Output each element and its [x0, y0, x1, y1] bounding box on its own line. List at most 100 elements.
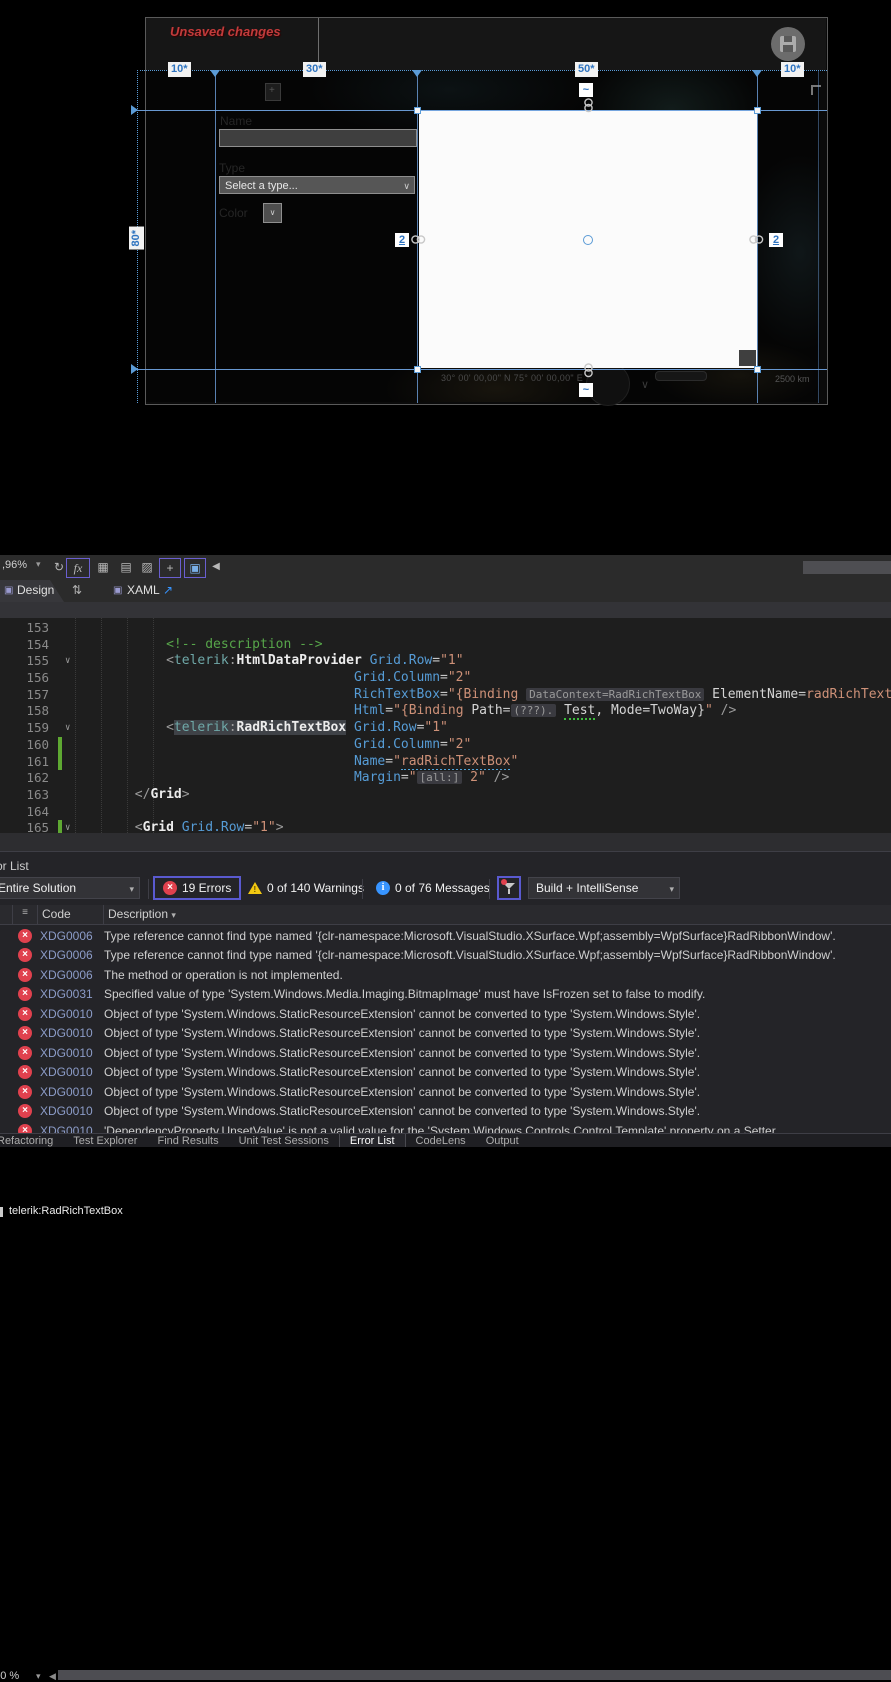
margin-left-badge[interactable]: 2 [395, 233, 409, 247]
severity-column-icon[interactable]: ≡ [13, 905, 38, 924]
error-code[interactable]: XDG0006 [40, 968, 104, 982]
error-row[interactable]: × XDG0010 Object of type 'System.Windows.S… [0, 1024, 891, 1044]
editor-hscrollbar-thumb[interactable] [58, 1670, 891, 1680]
error-code[interactable]: XDG0010 [40, 1085, 104, 1099]
snap-grid-button[interactable]: ▣ [184, 558, 206, 578]
save-button[interactable] [771, 27, 805, 61]
show-grid-icon[interactable]: ▦ [95, 558, 111, 576]
code-line[interactable]: 157 RichTextBox="{Binding DataContext=Ra… [0, 687, 891, 704]
row-size-chip[interactable]: 80* [129, 227, 144, 250]
chevron-down-icon[interactable]: ▾ [36, 559, 41, 570]
error-code[interactable]: XDG0010 [40, 1026, 104, 1040]
margin-bottom-auto-badge[interactable]: ~ [579, 383, 593, 397]
scope-dropdown[interactable]: Entire Solution ▾ [0, 877, 140, 899]
editor-zoom-value[interactable]: 100 % [0, 1670, 19, 1682]
grid-row-line-top[interactable] [133, 110, 827, 111]
error-row[interactable]: × XDG0010 Object of type 'System.Windows.S… [0, 1082, 891, 1102]
resize-grip[interactable] [739, 350, 756, 366]
fold-chevron-icon[interactable]: ∨ [65, 653, 70, 670]
designer-hscrollbar-thumb[interactable] [803, 561, 891, 574]
error-row[interactable]: × XDG0031 Specified value of type 'System.… [0, 985, 891, 1005]
tab-design[interactable]: Design [17, 583, 54, 597]
error-row[interactable]: × XDG0010 Object of type 'System.Windows.S… [0, 1004, 891, 1024]
messages-filter-button[interactable]: i 0 of 76 Messages [368, 876, 498, 900]
column-marker-icon[interactable] [752, 70, 762, 77]
error-row[interactable]: × XDG0006 The method or operation is not i… [0, 965, 891, 985]
grid-row-line-bottom[interactable] [133, 369, 827, 370]
column-header-code[interactable]: Code [38, 905, 104, 924]
code-line[interactable]: 154 <!-- description --> [0, 637, 891, 654]
chain-link-icon[interactable] [583, 97, 594, 117]
fold-chevron-icon[interactable]: ∨ [65, 720, 70, 737]
code-line[interactable]: 164 [0, 804, 891, 821]
code-line[interactable]: 156 Grid.Column="2" [0, 670, 891, 687]
column-marker-icon[interactable] [412, 70, 422, 77]
selection-handle[interactable] [754, 366, 761, 373]
grid-dots-icon[interactable]: ▤ [118, 558, 134, 576]
row-marker-icon[interactable] [131, 105, 138, 115]
error-row[interactable]: × XDG0010 Object of type 'System.Windows.S… [0, 1063, 891, 1083]
error-row[interactable]: × XDG0010 Object of type 'System.Windows.S… [0, 1102, 891, 1122]
error-code[interactable]: XDG0006 [40, 929, 104, 943]
error-code[interactable]: XDG0031 [40, 987, 104, 1001]
bottom-tab-unit-test-sessions[interactable]: Unit Test Sessions [229, 1134, 339, 1147]
element-center-anchor[interactable] [583, 235, 593, 245]
selection-handle[interactable] [414, 366, 421, 373]
chain-link-icon[interactable] [748, 234, 765, 248]
grid-column-line-4[interactable] [818, 70, 819, 403]
code-line[interactable]: 159 ∨ <telerik:RadRichTextBox Grid.Row="1… [0, 720, 891, 737]
swap-panes-button[interactable]: ⇅ [72, 583, 82, 597]
error-row[interactable]: × XDG0006 Type reference cannot find type … [0, 926, 891, 946]
margin-right-badge[interactable]: 2 [769, 233, 783, 247]
error-code[interactable]: XDG0010 [40, 1007, 104, 1021]
selection-handle[interactable] [414, 107, 421, 114]
column-size-chip-2[interactable]: 50* [575, 62, 598, 77]
code-line[interactable]: 163 </Grid> [0, 787, 891, 804]
map-zoom-slider[interactable] [655, 371, 707, 381]
scroll-left-arrow-icon[interactable]: ◀ [49, 1671, 56, 1682]
code-lines[interactable]: 153 154 <!-- description --> 155 ∨ <telerik… [0, 620, 891, 833]
column-ruler[interactable] [140, 70, 827, 71]
name-input[interactable] [219, 129, 417, 147]
checker-background-icon[interactable]: ▨ [139, 558, 155, 576]
column-size-chip-0[interactable]: 10* [168, 62, 191, 77]
code-line[interactable]: 165 ∨ <Grid Grid.Row="1"> [0, 820, 891, 833]
error-code[interactable]: XDG0010 [40, 1046, 104, 1060]
column-header-description[interactable]: Description ▾ [104, 905, 891, 924]
filter-mode-dropdown[interactable]: Build + IntelliSense ▾ [528, 877, 680, 899]
error-code[interactable]: XDG0010 [40, 1104, 104, 1118]
color-select[interactable]: ∨ [263, 203, 282, 223]
column-size-chip-3[interactable]: 10* [781, 62, 804, 77]
error-code[interactable]: XDG0006 [40, 948, 104, 962]
selection-handle[interactable] [754, 107, 761, 114]
designer-zoom-value[interactable]: ,96% [2, 559, 27, 571]
breadcrumb-selection[interactable]: telerik:RadRichTextBox [9, 1205, 123, 1217]
error-row[interactable]: × XDG0006 Type reference cannot find type … [0, 946, 891, 966]
column-marker-icon[interactable] [210, 70, 220, 77]
bottom-tab-refactoring[interactable]: Refactoring [0, 1134, 63, 1147]
bottom-tab-test-explorer[interactable]: Test Explorer [63, 1134, 147, 1147]
code-line[interactable]: 161 Name="radRichTextBox" [0, 753, 891, 771]
grid-column-line-1[interactable] [215, 70, 216, 403]
chevron-down-icon[interactable]: ▾ [36, 1671, 41, 1682]
warnings-filter-button[interactable]: ! 0 of 140 Warnings [240, 876, 372, 900]
code-line[interactable]: 162 Margin=" [all:] 2" /> [0, 770, 891, 787]
error-code[interactable]: XDG0010 [40, 1065, 104, 1079]
errors-filter-button[interactable]: × 19 Errors [153, 876, 242, 900]
code-line[interactable]: 158 Html="{Binding Path= (???). Test, Mod… [0, 703, 891, 721]
code-line[interactable]: 160 Grid.Column="2" [0, 736, 891, 754]
collapse-arrow-icon[interactable]: ◀ [210, 558, 222, 576]
error-row[interactable]: × XDG0010 Object of type 'System.Windows.S… [0, 1043, 891, 1063]
xaml-code-editor[interactable]: 153 154 <!-- description --> 155 ∨ <telerik… [0, 618, 891, 833]
tab-xaml[interactable]: XAML [127, 583, 160, 597]
effects-fx-button[interactable]: fx [66, 558, 90, 578]
snap-lines-button[interactable]: + [159, 558, 181, 578]
popout-icon[interactable]: ↗ [163, 583, 173, 597]
row-marker-icon[interactable] [131, 364, 138, 374]
chain-link-icon[interactable] [410, 234, 427, 248]
code-line[interactable]: 155 ∨ <telerik:HtmlDataProvider Grid.Row=… [0, 653, 891, 670]
refresh-icon[interactable]: ↻ [52, 558, 66, 576]
column-size-chip-1[interactable]: 30* [303, 62, 326, 77]
bottom-tab-codelens[interactable]: CodeLens [406, 1134, 476, 1147]
bottom-tab-error-list[interactable]: Error List [338, 1134, 406, 1147]
